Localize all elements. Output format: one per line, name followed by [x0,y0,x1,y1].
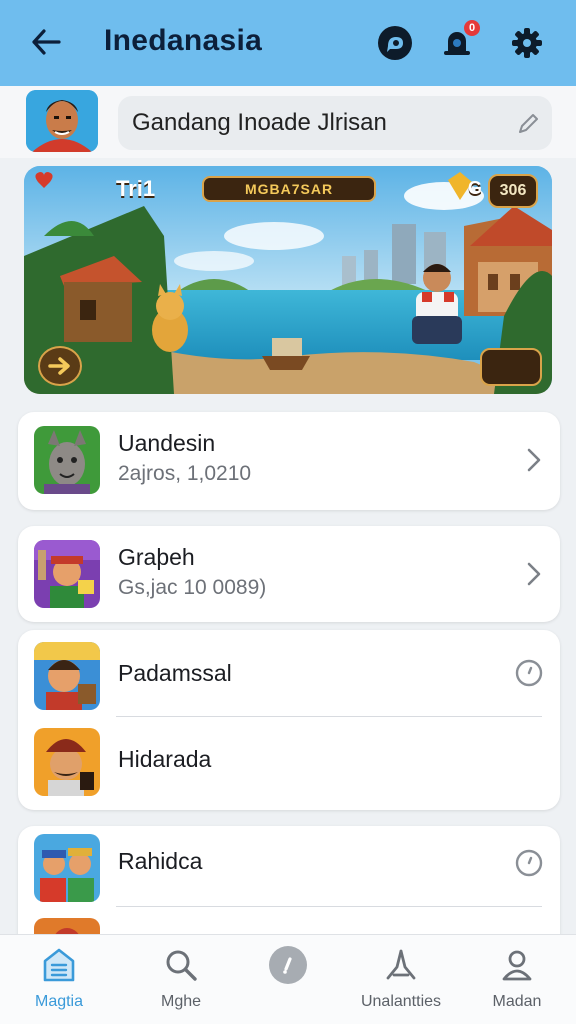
nav-label: Mghe [160,993,202,1010]
chat-button[interactable] [376,24,414,62]
game-group-card: Padamssal Hidarada [18,630,560,810]
game-character-icon [34,426,100,494]
list-item-title: Rahidca [118,848,203,874]
game-card[interactable]: Uandesin 2ajros, 1,0210 [18,412,560,510]
notification-badge: 0 [462,18,482,38]
pencil-icon[interactable] [516,112,540,136]
builder-character-icon [34,540,100,608]
chevron-right-icon [527,448,541,472]
chat-bubble-icon [378,26,412,60]
center-circle-icon [268,945,308,985]
nav-item-home[interactable]: Magtia [4,945,114,1019]
banner-play-button[interactable] [38,346,82,386]
nav-item-center[interactable] [233,945,343,1019]
banner-coin-count: 306 [488,174,538,208]
circle-button-icon[interactable] [514,848,544,878]
chevron-right-icon [527,562,541,586]
search-icon [161,945,201,985]
list-item-title: Graþeh [118,544,195,570]
arrow-right-icon [48,357,70,375]
list-item-subtitle: Gs,jac 10 0089) [118,576,267,599]
nav-item-community[interactable]: Unalantties [346,945,456,1019]
back-button[interactable] [28,24,64,60]
list-item-subtitle: 2ajros, 1,0210 [118,462,252,485]
nav-item-search[interactable]: Mghe [126,945,236,1019]
nav-label: Unalantties [360,993,442,1010]
list-item-title: Hidarada [118,746,212,772]
banner-title: MGBA7SAR [202,176,376,202]
notifications-button[interactable]: 0 [438,18,482,62]
pirate-character-icon [34,728,100,796]
divider [116,716,542,717]
nav-label: Madan [492,993,542,1010]
player-avatar-icon[interactable] [26,90,98,152]
people-icon [381,945,421,985]
featured-game-banner[interactable]: Tri1 MGBA7SAR G 306 [24,166,552,394]
circle-button-icon[interactable] [514,658,544,688]
back-arrow-icon [32,29,61,55]
list-item[interactable]: Rahidca [18,826,560,906]
list-item-title: Uandesin [118,430,216,456]
nav-item-profile[interactable]: Madan [462,945,572,1019]
app-title: Inedanasia [104,24,263,57]
duo-characters-icon [34,834,100,902]
profile-icon [497,945,537,985]
top-app-bar: Inedanasia 0 [0,0,576,86]
game-card[interactable]: Graþeh Gs,jac 10 0089) [18,526,560,622]
player-name-input[interactable] [132,109,502,137]
list-item[interactable]: Hidarada [18,718,560,810]
list-item[interactable]: Padamssal [18,630,560,718]
banner-thumbnail-button[interactable] [480,348,542,386]
banner-gem-label: G [467,178,482,198]
list-item[interactable]: Graþeh Gs,jac 10 0089) [18,526,560,622]
settings-button[interactable] [508,24,546,62]
character-portrait-icon [34,642,100,710]
bottom-navigation: Magtia Mghe Unalantties Madan [0,934,576,1024]
player-name-field[interactable] [118,96,552,150]
home-icon [39,945,79,985]
gear-icon [512,28,542,58]
list-item[interactable]: Uandesin 2ajros, 1,0210 [18,412,560,508]
list-item-title: Padamssal [118,660,232,686]
divider [116,906,542,907]
nav-label: Magtia [34,993,84,1010]
banner-level-label: Tri1 [116,176,156,201]
profile-row [0,86,576,158]
